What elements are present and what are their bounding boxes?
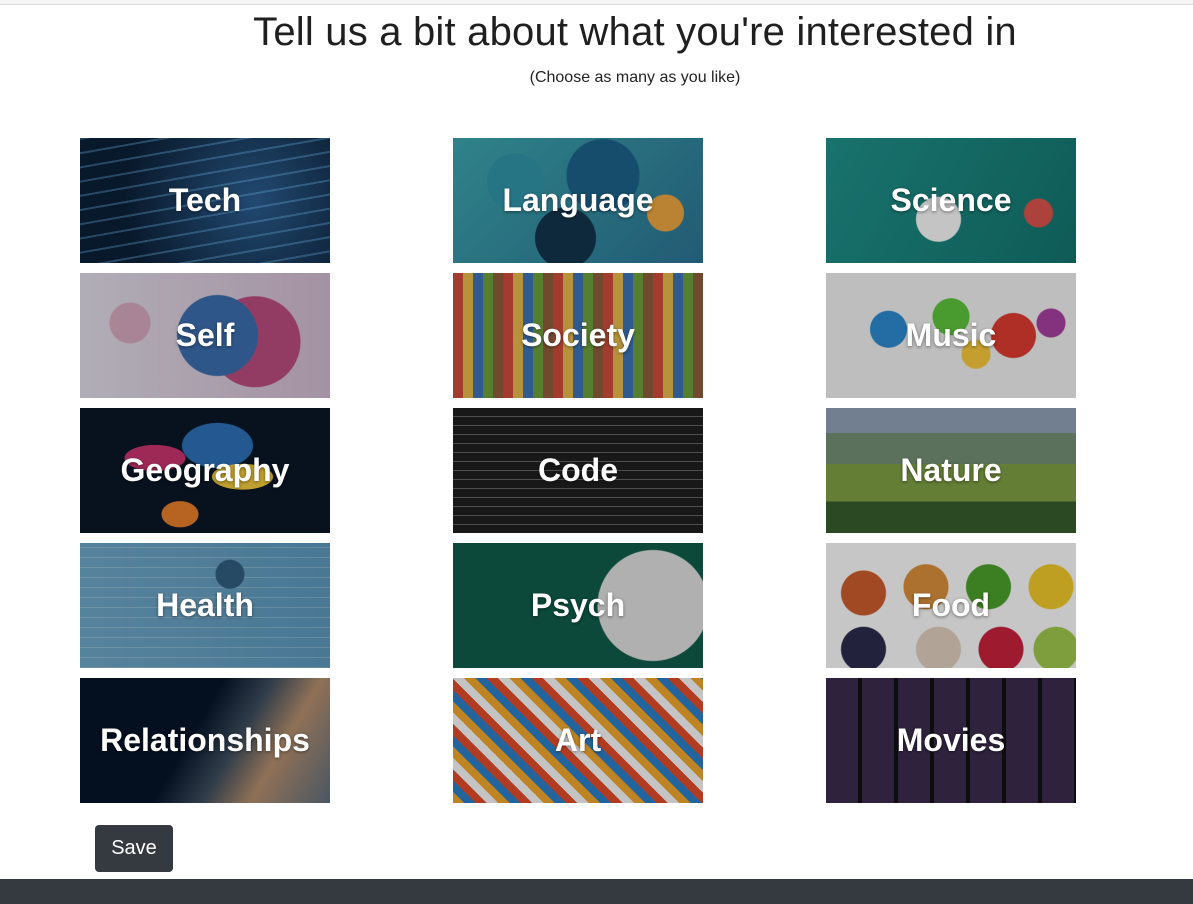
interest-tile-society[interactable]: Society	[453, 273, 703, 398]
interest-tile-geography[interactable]: Geography	[80, 408, 330, 533]
interest-tile-tech[interactable]: Tech	[80, 138, 330, 263]
interest-tile-health[interactable]: Health	[80, 543, 330, 668]
interest-tile-music[interactable]: Music	[826, 273, 1076, 398]
tile-label: Nature	[900, 452, 1002, 488]
page-subtitle: (Choose as many as you like)	[529, 69, 741, 86]
interest-tile-relationships[interactable]: Relationships	[80, 678, 330, 803]
tile-label: Relationships	[100, 722, 310, 758]
tile-label: Geography	[120, 452, 290, 488]
tile-label: Self	[175, 317, 235, 353]
tile-label: Language	[502, 182, 654, 218]
top-border	[0, 0, 1193, 5]
interest-tile-code[interactable]: Code	[453, 408, 703, 533]
interest-tile-language[interactable]: Language	[453, 138, 703, 263]
tile-label: Music	[905, 317, 997, 353]
tile-label: Tech	[168, 182, 242, 218]
interest-tile-food[interactable]: Food	[826, 543, 1076, 668]
page-title: Tell us a bit about what you're interest…	[253, 10, 1017, 54]
interest-tile-art[interactable]: Art	[453, 678, 703, 803]
tile-label: Movies	[896, 722, 1006, 758]
tile-label: Art	[554, 722, 602, 758]
tile-label: Psych	[530, 587, 626, 623]
interest-tile-movies[interactable]: Movies	[826, 678, 1076, 803]
interest-tile-psych[interactable]: Psych	[453, 543, 703, 668]
footer-bar	[0, 879, 1193, 904]
tile-label: Society	[521, 317, 635, 353]
tile-label: Food	[911, 587, 991, 623]
tile-label: Code	[538, 452, 618, 488]
save-button[interactable]: Save	[95, 825, 173, 872]
tile-label: Health	[156, 587, 254, 623]
interest-tile-nature[interactable]: Nature	[826, 408, 1076, 533]
interest-tile-science[interactable]: Science	[826, 138, 1076, 263]
tile-label: Science	[890, 182, 1012, 218]
interest-tile-self[interactable]: Self	[80, 273, 330, 398]
